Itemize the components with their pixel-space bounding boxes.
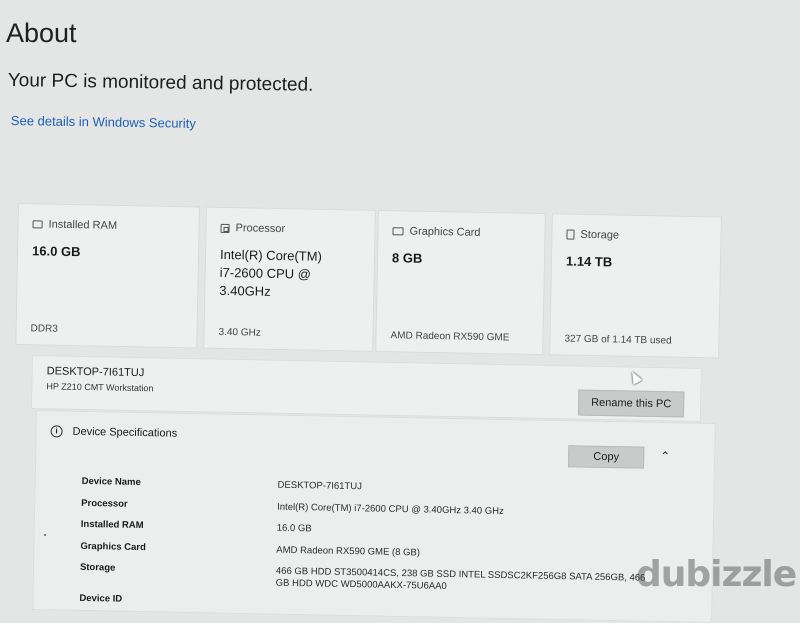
rename-pc-button[interactable]: Rename this PC bbox=[577, 389, 685, 418]
processor-value-line: Intel(R) Core(TM) bbox=[219, 246, 323, 264]
processor-value-line: i7-2600 CPU @ bbox=[219, 264, 312, 282]
page-title: About bbox=[6, 18, 77, 48]
device-specifications-heading: Device Specifications bbox=[72, 425, 178, 440]
spec-value: 16.0 GB bbox=[276, 522, 312, 535]
ram-card: Installed RAM 16.0 GB DDR3 bbox=[15, 203, 200, 349]
graphics-card: Graphics Card 8 GB AMD Radeon RX590 GME bbox=[375, 209, 546, 356]
device-specifications-panel: i Device Specifications Copy ⌃ Device Na… bbox=[32, 410, 716, 623]
processor-value-line: 3.40GHz bbox=[219, 282, 271, 299]
ram-icon bbox=[32, 220, 43, 229]
processor-speed: 3.40 GHz bbox=[218, 326, 261, 339]
screen-speck bbox=[44, 534, 46, 536]
storage-icon bbox=[566, 229, 575, 240]
windows-security-link[interactable]: See details in Windows Security bbox=[11, 113, 196, 131]
spec-label: Processor bbox=[81, 497, 128, 510]
device-specifications-header[interactable]: i Device Specifications bbox=[50, 425, 178, 440]
storage-value: 1.14 TB bbox=[565, 253, 613, 270]
spec-value bbox=[275, 597, 655, 604]
device-model: HP Z210 CMT Workstation bbox=[46, 381, 154, 394]
graphics-value: 8 GB bbox=[391, 250, 423, 266]
processor-value: Intel(R) Core(TM) i7-2600 CPU @ 3.40GHz bbox=[219, 246, 322, 302]
storage-label: Storage bbox=[580, 228, 620, 242]
ram-type: DDR3 bbox=[30, 323, 58, 335]
spec-value: AMD Radeon RX590 GME (8 GB) bbox=[276, 544, 421, 559]
about-page: About Your PC is monitored and protected… bbox=[0, 0, 800, 623]
ram-label: Installed RAM bbox=[48, 218, 118, 232]
info-icon: i bbox=[50, 425, 63, 438]
spec-label: Installed RAM bbox=[80, 518, 144, 532]
ram-value: 16.0 GB bbox=[31, 243, 81, 260]
spec-label: Graphics Card bbox=[80, 540, 146, 554]
graphics-model: AMD Radeon RX590 GME bbox=[390, 330, 510, 344]
processor-label: Processor bbox=[235, 222, 286, 236]
protection-status: Your PC is monitored and protected. bbox=[7, 70, 314, 96]
chevron-up-icon[interactable]: ⌃ bbox=[660, 449, 670, 463]
spec-label: Device Name bbox=[81, 475, 141, 489]
device-name: DESKTOP-7I61TUJ bbox=[46, 365, 145, 380]
graphics-label: Graphics Card bbox=[409, 225, 481, 239]
graphics-card-icon bbox=[392, 227, 404, 236]
spec-label: Storage bbox=[79, 561, 116, 574]
spec-value: Intel(R) Core(TM) i7-2600 CPU @ 3.40GHz … bbox=[277, 501, 504, 517]
storage-card: Storage 1.14 TB 327 GB of 1.14 TB used bbox=[549, 213, 722, 359]
storage-usage: 327 GB of 1.14 TB used bbox=[564, 333, 672, 347]
processor-card: Processor Intel(R) Core(TM) i7-2600 CPU … bbox=[203, 206, 376, 352]
spec-value: 466 GB HDD ST3500414CS, 238 GB SSD INTEL… bbox=[275, 565, 646, 592]
copy-button[interactable]: Copy bbox=[567, 445, 645, 469]
spec-cards: Installed RAM 16.0 GB DDR3 Processor Int… bbox=[15, 203, 728, 367]
processor-icon bbox=[220, 223, 230, 233]
spec-value: DESKTOP-7I61TUJ bbox=[277, 479, 362, 493]
watermark: dubizzle bbox=[636, 554, 797, 595]
